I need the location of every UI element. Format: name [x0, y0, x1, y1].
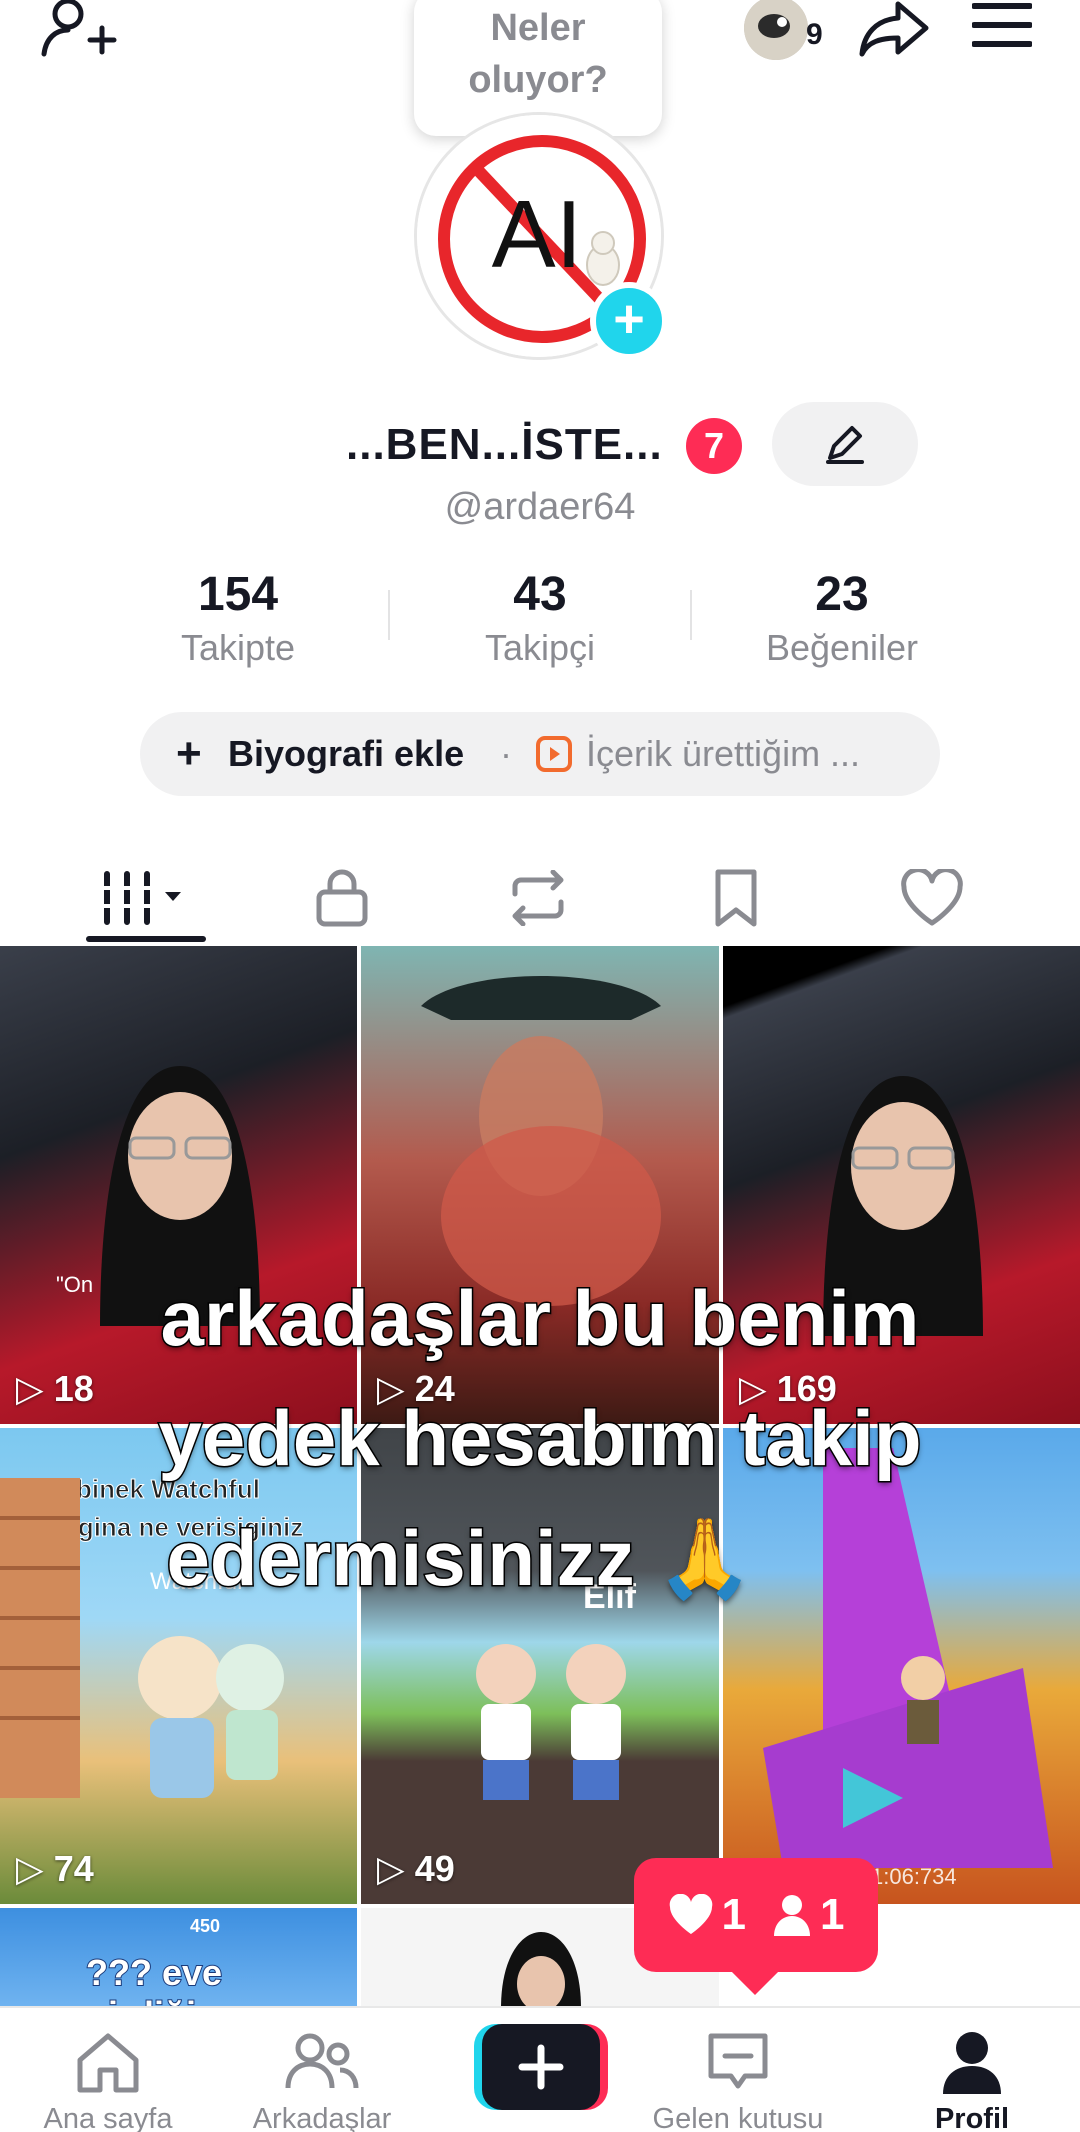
nav-friends-label: Arkadaşlar — [252, 2103, 392, 2132]
name-badge: 7 — [686, 418, 742, 474]
followers-activity: 1 — [772, 1890, 844, 1940]
video-caption: ??? eve girdiğin — [85, 1951, 223, 2006]
stat-followers[interactable]: 43 Takipçi — [430, 566, 650, 672]
bookmark-icon — [715, 869, 757, 927]
portrait-image — [501, 1932, 581, 2006]
repost-icon — [512, 870, 564, 926]
activity-popup[interactable]: 1 1 — [634, 1858, 878, 1972]
add-friend-icon[interactable] — [40, 0, 118, 60]
play-icon: ▷ — [377, 1848, 405, 1889]
following-count: 154 — [197, 568, 279, 621]
creator-label[interactable]: İçerik ürettiğim ... — [586, 712, 860, 796]
followers-label: Takipçi — [484, 627, 596, 668]
video-timer: 1:06:734 — [871, 1864, 957, 1889]
heart-icon — [901, 869, 963, 926]
nav-home-label: Ana sayfa — [43, 2103, 173, 2132]
story-avatar[interactable] — [744, 0, 808, 60]
followers-count: 43 — [513, 568, 567, 621]
add-story-button[interactable]: + — [590, 282, 668, 360]
likes-label: Beğeniler — [765, 627, 919, 668]
tab-private[interactable] — [282, 856, 402, 940]
tab-reposts[interactable] — [478, 856, 598, 940]
likes-count: 23 — [815, 568, 869, 621]
characters-image — [476, 1644, 626, 1800]
create-button[interactable] — [474, 2024, 608, 2110]
tab-saved[interactable] — [676, 856, 796, 940]
caption-line1: arkadaşlar bu benim — [159, 1273, 921, 1364]
menu-icon[interactable] — [972, 2, 1032, 48]
person-icon — [774, 1895, 810, 1936]
share-icon[interactable] — [858, 0, 930, 58]
home-icon — [77, 2033, 139, 2093]
edit-profile-button[interactable] — [772, 402, 918, 486]
display-name: ...BEN...İSTE... — [346, 420, 663, 469]
view-count: ▷ 49 — [377, 1848, 455, 1889]
view-count: ▷ 74 — [16, 1848, 94, 1889]
grid-icon — [101, 871, 181, 925]
video-thumbnail-7[interactable]: 450 ??? eve girdiğin — [0, 1908, 357, 2006]
small-number: 450 — [190, 1916, 221, 1936]
username-handle: @ardaer64 — [444, 486, 636, 528]
stat-following[interactable]: 154 Takipte — [128, 566, 348, 672]
profile-icon — [943, 2032, 1001, 2094]
overlay-caption: arkadaşlar bu benim yedek hesabım takip … — [0, 1258, 1080, 1618]
avatar-ai-text: AI — [492, 181, 583, 288]
caption-line3: edermisinizz 🙏 — [165, 1513, 755, 1604]
bubble-line1: Neler — [490, 7, 586, 49]
lock-icon — [316, 869, 368, 927]
nav-home[interactable]: Ana sayfa — [8, 2030, 208, 2132]
nav-profile-label: Profil — [934, 2103, 1010, 2132]
heart-icon — [669, 1894, 712, 1934]
stat-divider — [388, 590, 390, 640]
nav-profile[interactable]: Profil — [872, 2030, 1072, 2132]
creator-play-icon — [536, 736, 572, 772]
tab-liked[interactable] — [872, 856, 992, 940]
story-count: 9 — [806, 18, 823, 51]
active-tab-indicator — [86, 936, 206, 942]
stat-divider — [690, 590, 692, 640]
inbox-icon — [708, 2033, 768, 2089]
caption-line2: yedek hesabım takip — [157, 1393, 923, 1484]
pencil-icon — [826, 426, 864, 464]
stat-likes[interactable]: 23 Beğeniler — [732, 566, 952, 672]
bio-pill[interactable]: + Biyografi ekle · İçerik ürettiğim ... — [140, 712, 940, 796]
friends-icon — [285, 2033, 359, 2089]
nav-friends[interactable]: Arkadaşlar — [222, 2030, 422, 2132]
plus-icon: + — [176, 729, 202, 778]
nav-inbox[interactable]: Gelen kutusu — [638, 2030, 838, 2132]
bio-separator: · — [500, 733, 512, 774]
play-icon: ▷ — [16, 1848, 44, 1889]
likes-activity: 1 — [668, 1890, 746, 1940]
following-label: Takipte — [180, 627, 296, 668]
plus-icon — [518, 2044, 564, 2090]
tab-videos[interactable] — [86, 856, 206, 940]
add-bio-label[interactable]: Biyografi ekle — [228, 712, 464, 796]
bubble-line2: oluyor? — [468, 59, 608, 101]
content-tabs — [0, 856, 1080, 940]
nav-inbox-label: Gelen kutusu — [652, 2103, 824, 2132]
